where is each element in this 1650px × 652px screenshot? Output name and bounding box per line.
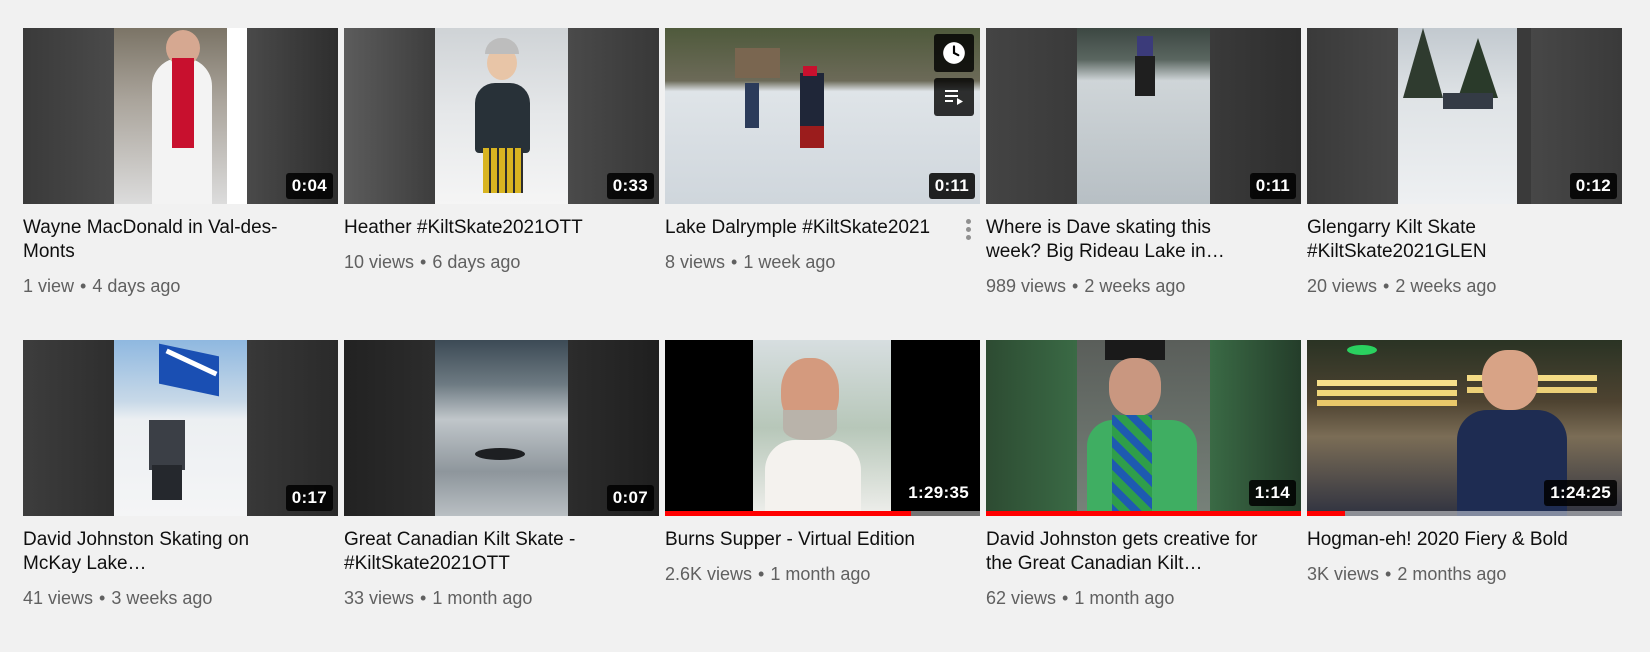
more-options-button[interactable] — [962, 216, 974, 246]
video-thumbnail[interactable]: 0:07 — [344, 340, 659, 516]
video-title[interactable]: David Johnston Skating on McKay Lake… — [23, 528, 308, 576]
view-count: 20 views — [1307, 276, 1378, 296]
video-meta: 62 views • 1 month ago — [986, 588, 1175, 608]
video-thumbnail[interactable]: 0:33 — [344, 28, 659, 204]
video-title[interactable]: Lake Dalrymple #KiltSkate2021 — [665, 216, 950, 240]
video-title[interactable]: Hogman-eh! 2020 Fiery & Bold — [1307, 528, 1592, 552]
upload-age: 2 weeks ago — [1084, 276, 1186, 296]
video-thumbnail[interactable]: 1:24:25 — [1307, 340, 1622, 516]
video-meta: 33 views • 1 month ago — [344, 588, 533, 608]
watch-progress-bar — [986, 511, 1301, 516]
video-card[interactable]: 0:11 Lake Dalrymple #KiltSkate2021 8 vie… — [665, 28, 980, 340]
watch-progress-fill — [986, 511, 1301, 516]
video-meta: 20 views • 2 weeks ago — [1307, 276, 1497, 296]
video-meta: 3K views • 2 months ago — [1307, 564, 1507, 584]
video-card[interactable]: 1:24:25 Hogman-eh! 2020 Fiery & Bold 3K … — [1307, 340, 1622, 652]
upload-age: 6 days ago — [432, 252, 521, 272]
video-thumbnail[interactable]: 1:14 — [986, 340, 1301, 516]
upload-age: 1 month ago — [1074, 588, 1175, 608]
video-duration: 1:14 — [1248, 480, 1296, 506]
video-meta: 8 views • 1 week ago — [665, 252, 836, 272]
view-count: 2.6K views — [665, 564, 753, 584]
video-duration: 0:12 — [1569, 173, 1617, 199]
video-thumbnail[interactable]: 0:12 — [1307, 28, 1622, 204]
video-title[interactable]: Wayne MacDonald in Val-des-Monts — [23, 216, 308, 264]
video-card[interactable]: 0:33 Heather #KiltSkate2021OTT 10 views •… — [344, 28, 659, 340]
view-count: 62 views — [986, 588, 1057, 608]
watch-later-button[interactable] — [934, 34, 974, 72]
video-thumbnail[interactable]: 0:04 — [23, 28, 338, 204]
upload-age: 3 weeks ago — [111, 588, 213, 608]
video-meta: 1 view • 4 days ago — [23, 276, 181, 296]
video-meta: 41 views • 3 weeks ago — [23, 588, 213, 608]
view-count: 8 views — [665, 252, 726, 272]
video-duration: 1:29:35 — [902, 480, 975, 506]
watch-progress-bar — [1307, 511, 1622, 516]
video-thumbnail[interactable]: 0:17 — [23, 340, 338, 516]
video-card[interactable]: 0:12 Glengarry Kilt Skate #KiltSkate2021… — [1307, 28, 1622, 340]
video-thumbnail[interactable]: 1:29:35 — [665, 340, 980, 516]
video-card[interactable]: 0:07 Great Canadian Kilt Skate - #KiltSk… — [344, 340, 659, 652]
upload-age: 2 months ago — [1397, 564, 1507, 584]
add-to-queue-button[interactable] — [934, 78, 974, 116]
video-title[interactable]: Heather #KiltSkate2021OTT — [344, 216, 629, 240]
view-count: 33 views — [344, 588, 415, 608]
view-count: 3K views — [1307, 564, 1380, 584]
video-title[interactable]: Where is Dave skating this week? Big Rid… — [986, 216, 1271, 264]
video-card[interactable]: 0:04 Wayne MacDonald in Val-des-Monts 1 … — [23, 28, 338, 340]
video-grid: 0:04 Wayne MacDonald in Val-des-Monts 1 … — [23, 28, 1622, 652]
view-count: 989 views — [986, 276, 1067, 296]
video-duration: 0:04 — [285, 173, 333, 199]
video-meta: 10 views • 6 days ago — [344, 252, 521, 272]
queue-icon — [945, 90, 963, 105]
upload-age: 2 weeks ago — [1395, 276, 1497, 296]
video-card[interactable]: 1:29:35 Burns Supper - Virtual Edition 2… — [665, 340, 980, 652]
video-duration: 1:24:25 — [1544, 480, 1617, 506]
video-card[interactable]: 1:14 David Johnston gets creative for th… — [986, 340, 1301, 652]
upload-age: 4 days ago — [92, 276, 181, 296]
video-duration: 0:33 — [606, 173, 654, 199]
clock-icon — [943, 42, 965, 64]
video-title[interactable]: David Johnston gets creative for the Gre… — [986, 528, 1271, 576]
video-duration: 0:11 — [928, 173, 975, 199]
view-count: 41 views — [23, 588, 94, 608]
watch-progress-bar — [665, 511, 980, 516]
video-duration: 0:17 — [285, 485, 333, 511]
video-meta: 989 views • 2 weeks ago — [986, 276, 1186, 296]
video-thumbnail[interactable]: 0:11 — [665, 28, 980, 204]
video-meta: 2.6K views • 1 month ago — [665, 564, 871, 584]
video-duration: 0:11 — [1249, 173, 1296, 199]
watch-progress-fill — [665, 511, 911, 516]
video-card[interactable]: 0:11 Where is Dave skating this week? Bi… — [986, 28, 1301, 340]
upload-age: 1 month ago — [432, 588, 533, 608]
video-title[interactable]: Burns Supper - Virtual Edition — [665, 528, 950, 552]
view-count: 1 view — [23, 276, 75, 296]
upload-age: 1 week ago — [743, 252, 836, 272]
upload-age: 1 month ago — [770, 564, 871, 584]
view-count: 10 views — [344, 252, 415, 272]
video-title[interactable]: Glengarry Kilt Skate #KiltSkate2021GLEN — [1307, 216, 1592, 264]
video-duration: 0:07 — [606, 485, 654, 511]
video-card[interactable]: 0:17 David Johnston Skating on McKay Lak… — [23, 340, 338, 652]
watch-progress-fill — [1307, 511, 1345, 516]
video-thumbnail[interactable]: 0:11 — [986, 28, 1301, 204]
video-title[interactable]: Great Canadian Kilt Skate - #KiltSkate20… — [344, 528, 629, 576]
